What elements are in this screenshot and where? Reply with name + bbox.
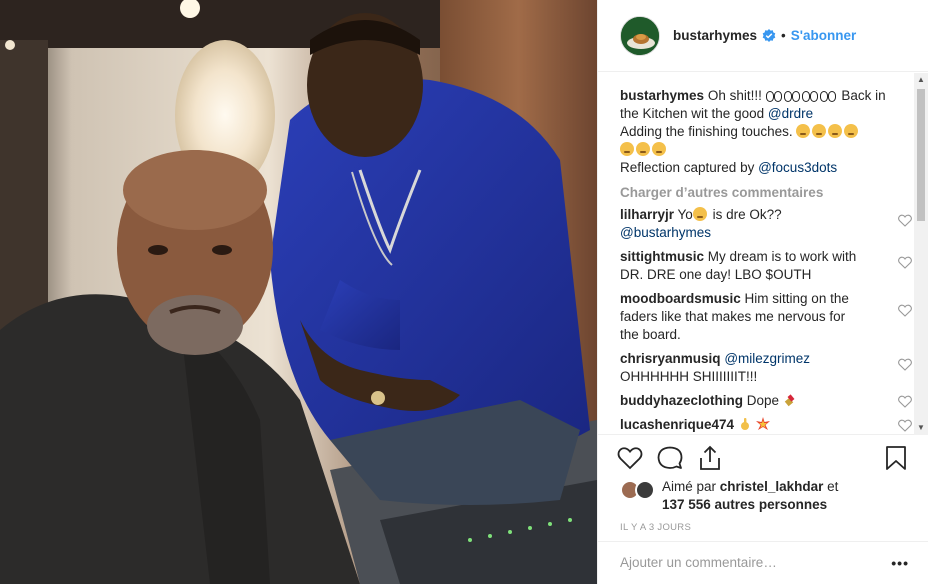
instagram-post: bustarhymes • S'abonner bustarhymes Oh s… [0, 0, 928, 584]
likes-conjunction: et [827, 479, 839, 494]
lipstick-emoji [784, 394, 795, 407]
liker-avatars [620, 480, 660, 500]
flushed-face-emoji [844, 124, 859, 138]
comment-like-heart-icon[interactable] [898, 256, 912, 269]
flushed-face-emoji [828, 124, 843, 138]
avatar-image [621, 16, 659, 55]
flushed-face-emoji [812, 124, 827, 138]
comment-item: buddyhazeclothing Dope [620, 392, 912, 410]
heart-icon[interactable] [616, 444, 644, 472]
pointing-hand-emoji [740, 418, 749, 430]
comment-mention[interactable]: @bustarhymes [620, 225, 711, 240]
comment-item: lucashenrique474 [620, 416, 912, 434]
eyes-emoji [801, 87, 818, 105]
comment-username[interactable]: lilharryjr [620, 207, 674, 222]
likes-count[interactable]: 137 556 autres personnes [662, 497, 827, 512]
comment-like-heart-icon[interactable] [898, 304, 912, 317]
comment-username[interactable]: sittightmusic [620, 249, 704, 264]
eyes-emoji [765, 87, 782, 105]
thinking-face-emoji [692, 207, 707, 221]
comment-username[interactable]: moodboardsmusic [620, 291, 741, 306]
scroll-thumb[interactable] [917, 89, 925, 221]
header-username[interactable]: bustarhymes [673, 28, 757, 43]
post-photo[interactable] [0, 0, 597, 584]
caption-text-3: Adding the finishing touches. [620, 124, 793, 139]
flushed-face-emoji [620, 142, 634, 156]
comment-item: lilharryjr Yo is dre Ok?? @bustarhymes [620, 206, 912, 242]
likes-summary: Aimé par christel_lakhdar et 137 556 aut… [620, 478, 920, 518]
comment-text: OHHHHHH SHIIIIIIIT!!! [620, 369, 758, 384]
post-header: bustarhymes • S'abonner [598, 0, 928, 72]
more-options-icon[interactable]: ••• [891, 556, 909, 570]
header-separator: • [781, 28, 786, 43]
add-comment-bar: Ajouter un commentaire… ••• [598, 541, 928, 584]
flushed-face-emoji [636, 142, 650, 156]
flushed-face-emoji [796, 124, 811, 138]
comment-input[interactable]: Ajouter un commentaire… [620, 555, 777, 570]
comments-list[interactable]: bustarhymes Oh shit!!! Back in the Kitch… [598, 73, 928, 435]
share-icon[interactable] [696, 444, 724, 472]
comments-scrollbar[interactable]: ▲ ▼ [914, 73, 928, 435]
comment-item: moodboardsmusic Him sitting on the fader… [620, 290, 912, 344]
comment-like-heart-icon[interactable] [898, 358, 912, 371]
likes-user[interactable]: christel_lakhdar [720, 479, 824, 494]
likes-text: Aimé par christel_lakhdar et 137 556 aut… [662, 478, 838, 514]
comment-item: chrisryanmusiq @milezgrimez OHHHHHH SHII… [620, 350, 912, 386]
comment-text: is dre Ok?? [708, 207, 782, 222]
studio-photo-illustration [0, 0, 597, 584]
comment-item: sittightmusic My dream is to work with D… [620, 248, 912, 284]
post-caption: bustarhymes Oh shit!!! Back in the Kitch… [620, 87, 892, 177]
eyes-emoji [783, 87, 800, 105]
caption-mention-drdre[interactable]: @drdre [768, 106, 813, 121]
comment-username[interactable]: chrisryanmusiq [620, 351, 721, 366]
comment-username[interactable]: lucashenrique474 [620, 417, 734, 432]
caption-username[interactable]: bustarhymes [620, 88, 704, 103]
liker-avatar[interactable] [635, 480, 655, 500]
comment-mention[interactable]: @milezgrimez [724, 351, 810, 366]
caption-text-1: Oh shit!!! [707, 88, 762, 103]
post-sidebar: bustarhymes • S'abonner bustarhymes Oh s… [597, 0, 928, 584]
comment-icon[interactable] [656, 444, 684, 472]
collision-emoji [755, 417, 770, 430]
caption-mention-focus3dots[interactable]: @focus3dots [758, 160, 837, 175]
comment-like-heart-icon[interactable] [898, 214, 912, 227]
comment-text: Dope [746, 393, 780, 408]
bookmark-icon[interactable] [882, 444, 910, 472]
comment-like-heart-icon[interactable] [898, 395, 912, 408]
follow-button[interactable]: S'abonner [791, 28, 856, 43]
scroll-down-arrow-icon[interactable]: ▼ [917, 424, 925, 432]
post-actions [598, 436, 928, 478]
post-timestamp[interactable]: IL Y A 3 JOURS [620, 522, 691, 533]
load-more-comments-button[interactable]: Charger d’autres commentaires [620, 185, 892, 200]
verified-badge-icon [762, 28, 776, 42]
comment-text: Yo [677, 207, 693, 222]
scroll-up-arrow-icon[interactable]: ▲ [917, 76, 925, 84]
flushed-face-emoji [652, 142, 666, 156]
eyes-emoji [819, 87, 836, 105]
avatar[interactable] [620, 15, 660, 56]
caption-text-4: Reflection captured by [620, 160, 755, 175]
comment-username[interactable]: buddyhazeclothing [620, 393, 743, 408]
comment-like-heart-icon[interactable] [898, 419, 912, 432]
likes-prefix: Aimé par [662, 479, 717, 494]
